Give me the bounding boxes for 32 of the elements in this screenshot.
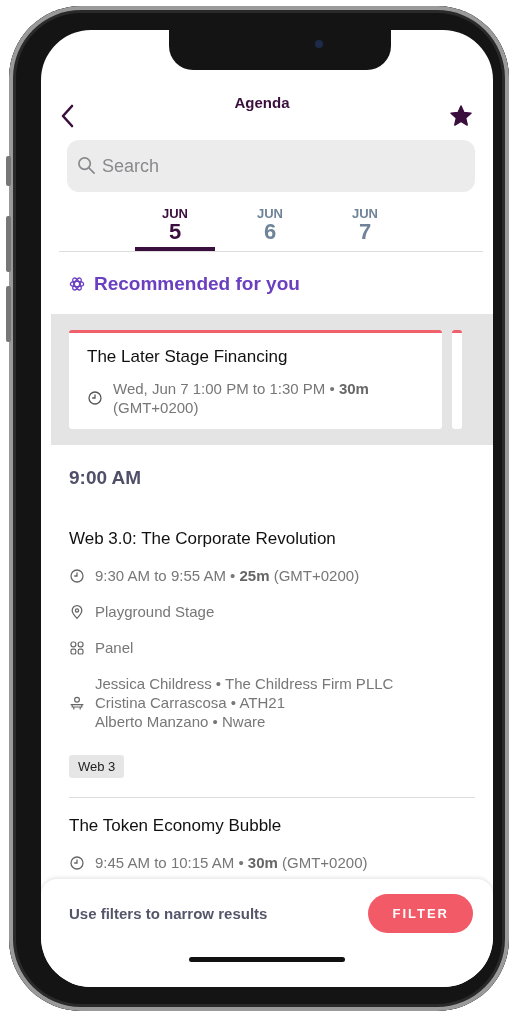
clock-icon [69,567,85,584]
session-card[interactable]: The Later Stage Financing Wed, Jun 7 1:00 PM to 1:30 PM • 30m (GMT+0200) [69,330,442,429]
search-icon [77,156,96,175]
session-detail: Panel [95,638,134,657]
clock-icon [69,854,85,871]
date-tab[interactable]: JUN 7 [325,206,405,251]
session-title[interactable]: Web 3.0: The Corporate Revolution [69,529,475,549]
session-title: The Later Stage Financing [87,347,289,367]
session-card[interactable] [452,330,462,429]
session-time: Wed, Jun 7 1:00 PM to 1:30 PM • 30m (GMT+0200) [113,379,370,417]
page-title: Agenda [234,94,290,111]
speaker-name: Jessica Childress • The Childress Firm PLLC [95,674,394,693]
topic-tag[interactable]: Web 3 [69,755,125,778]
session-detail: 9:45 AM to 10:15 AM • 30m (GMT+0200) [95,853,368,872]
session-title[interactable]: The Token Economy Bubble [69,816,475,836]
speaker-name: Alberto Manzano • Nware [95,712,267,731]
atom-icon [69,276,85,292]
location-pin-icon [69,603,85,620]
date-tab[interactable]: JUN 6 [230,206,310,251]
session-detail: 9:30 AM to 9:55 AM • 25m (GMT+0200) [95,566,360,585]
speaker-icon [69,694,85,711]
time-slot-heading: 9:00 AM [69,467,143,489]
grid-icon [69,639,85,656]
search-field[interactable]: Search [67,140,475,192]
back-icon[interactable] [61,104,75,128]
session-detail: Playground Stage [95,602,215,621]
section-title: Recommended for you [94,273,300,295]
date-tab[interactable]: JUN 5 [135,206,215,251]
filter-hint: Use filters to narrow results [69,905,268,922]
speaker-name: Cristina Carrascosa • ATH21 [95,693,287,712]
star-icon[interactable] [449,104,473,128]
clock-icon [87,390,103,406]
